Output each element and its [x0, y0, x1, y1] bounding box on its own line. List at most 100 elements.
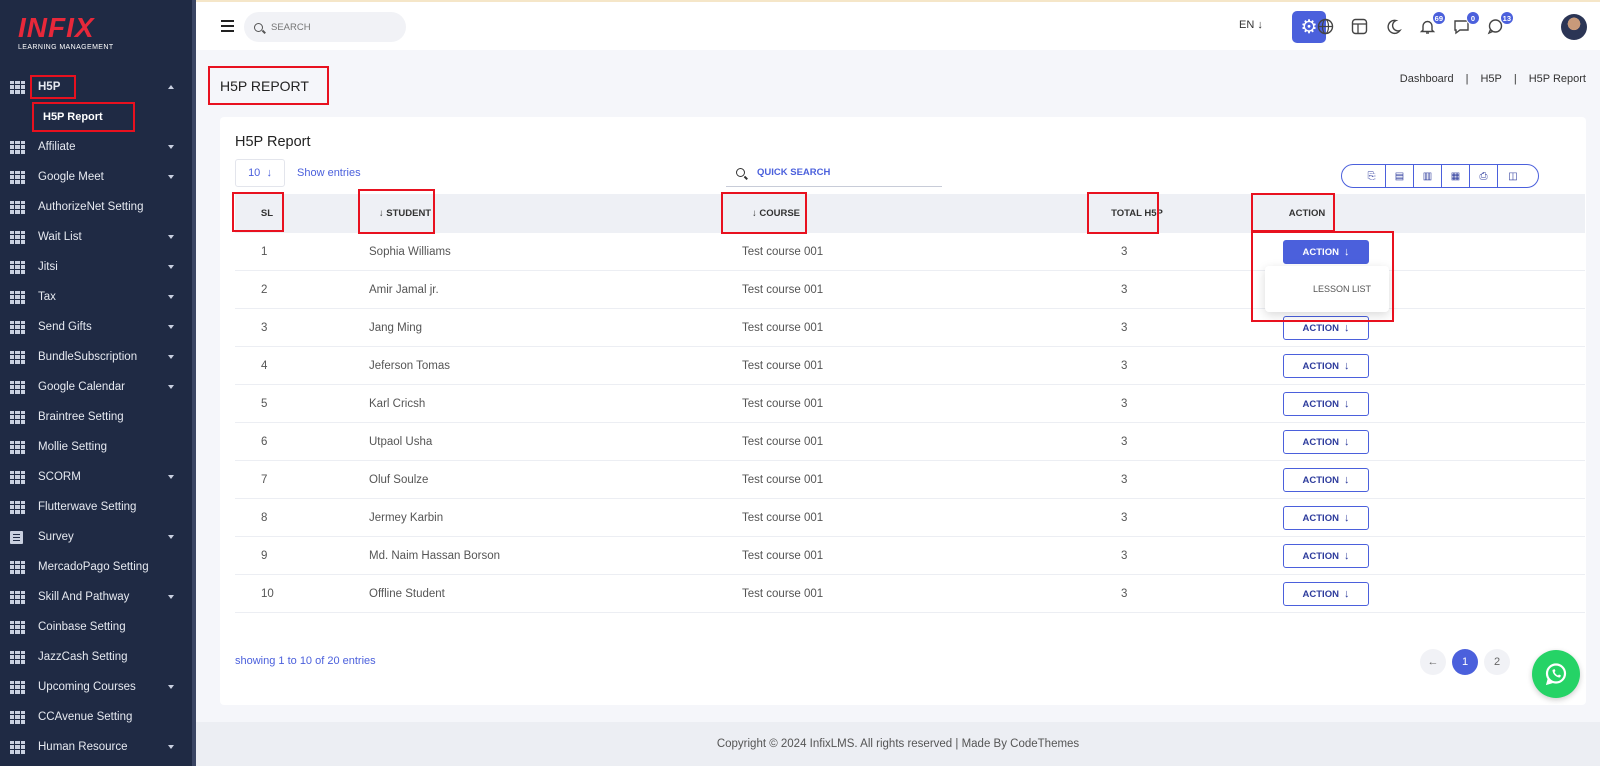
sidebar-item-skill-and-pathway[interactable]: Skill And Pathway	[0, 582, 196, 612]
sidebar-item-scorm[interactable]: SCORM	[0, 462, 196, 492]
chevron-down-icon: ↓	[1343, 512, 1350, 524]
whatsapp-chat-icon[interactable]: 13	[1484, 11, 1514, 37]
copy-icon[interactable]: ⎘	[1342, 165, 1386, 187]
sidebar-item-mercadopago-setting[interactable]: MercadoPago Setting	[0, 552, 196, 582]
sidebar-item-tax[interactable]: Tax	[0, 282, 196, 312]
breadcrumb-h5p[interactable]: H5P	[1480, 73, 1501, 85]
search-input[interactable]	[271, 21, 391, 33]
logo[interactable]: INFIX LEARNING MANAGEMENT	[0, 0, 196, 72]
cell-sl: 3	[261, 322, 268, 334]
grid-icon	[10, 350, 25, 364]
grid-icon	[10, 290, 25, 304]
sidebar-item-google-meet[interactable]: Google Meet	[0, 162, 196, 192]
sidebar-scrollbar[interactable]	[192, 0, 196, 766]
page-1-button[interactable]: 1	[1452, 649, 1478, 675]
sidebar-item-jitsi[interactable]: Jitsi	[0, 252, 196, 282]
sidebar-item-survey[interactable]: Survey	[0, 522, 196, 552]
action-button[interactable]: ACTION ↓	[1283, 468, 1369, 492]
sidebar-subitem-label: H5P Report	[32, 102, 135, 132]
highlight-box	[232, 192, 284, 232]
notification-bell-icon[interactable]: 69	[1416, 11, 1446, 37]
hamburger-menu-icon[interactable]	[221, 20, 234, 32]
grid-icon	[10, 410, 25, 424]
highlight-box	[1251, 231, 1394, 322]
cell-student: Utpaol Usha	[369, 436, 433, 448]
global-search[interactable]	[244, 12, 406, 42]
cell-sl: 6	[261, 436, 268, 448]
sidebar-item-send-gifts[interactable]: Send Gifts	[0, 312, 196, 342]
whatsapp-float-button[interactable]	[1532, 650, 1580, 698]
cell-total-h5p: 3	[1121, 246, 1128, 258]
sidebar-item-affiliate[interactable]: Affiliate	[0, 132, 196, 162]
action-button[interactable]: ACTION ↓	[1283, 506, 1369, 530]
cell-course: Test course 001	[742, 360, 824, 372]
action-button[interactable]: ACTION ↓	[1283, 544, 1369, 568]
sidebar-item-bundlesubscription[interactable]: BundleSubscription	[0, 342, 196, 372]
grid-icon	[10, 380, 25, 394]
cell-course: Test course 001	[742, 550, 824, 562]
sidebar-item-flutterwave-setting[interactable]: Flutterwave Setting	[0, 492, 196, 522]
notification-badge: 69	[1431, 11, 1446, 25]
sidebar-item-braintree-setting[interactable]: Braintree Setting	[0, 402, 196, 432]
grid-icon	[10, 140, 25, 154]
logo-main: INFIX	[18, 12, 95, 43]
layout-icon[interactable]	[1348, 15, 1370, 37]
sidebar-item-wait-list[interactable]: Wait List	[0, 222, 196, 252]
sidebar-item-h5p[interactable]: H5P	[0, 72, 196, 102]
language-selector[interactable]: EN ↓	[1239, 19, 1263, 31]
search-icon	[254, 22, 263, 32]
sidebar-item-mollie-setting[interactable]: Mollie Setting	[0, 432, 196, 462]
chevron-down-icon	[168, 235, 174, 239]
cell-total-h5p: 3	[1121, 360, 1128, 372]
cell-course: Test course 001	[742, 512, 824, 524]
report-card: H5P Report 10 ↓ Show entries QUICK SEARC…	[220, 117, 1586, 705]
action-button[interactable]: ACTION ↓	[1283, 582, 1369, 606]
sidebar-item-google-calendar[interactable]: Google Calendar	[0, 372, 196, 402]
cell-total-h5p: 3	[1121, 284, 1128, 296]
sidebar-subitem-h5p-report[interactable]: H5P Report	[0, 102, 196, 132]
quick-search-input[interactable]: QUICK SEARCH	[726, 159, 942, 187]
grid-icon	[10, 710, 25, 724]
sidebar-item-upcoming-courses[interactable]: Upcoming Courses	[0, 672, 196, 702]
sidebar-item-jazzcash-setting[interactable]: JazzCash Setting	[0, 642, 196, 672]
message-icon[interactable]: 0	[1450, 11, 1480, 37]
breadcrumb-dashboard[interactable]: Dashboard	[1400, 73, 1454, 85]
grid-icon	[10, 500, 25, 514]
sidebar-item-ccavenue-setting[interactable]: CCAvenue Setting	[0, 702, 196, 732]
action-button[interactable]: ACTION ↓	[1283, 430, 1369, 454]
prev-page-button[interactable]: ←	[1420, 649, 1446, 675]
grid-icon	[10, 680, 25, 694]
excel-icon[interactable]: ▤	[1386, 165, 1414, 187]
table-row: 10 Offline Student Test course 001 3 ACTION ↓	[235, 575, 1585, 613]
sidebar-item-label: MercadoPago Setting	[38, 561, 149, 573]
csv-icon[interactable]: ▥	[1414, 165, 1442, 187]
action-button-label: ACTION	[1302, 474, 1339, 486]
column-visibility-icon[interactable]: ◫	[1498, 165, 1538, 187]
action-button[interactable]: ACTION ↓	[1283, 354, 1369, 378]
sidebar-item-coinbase-setting[interactable]: Coinbase Setting	[0, 612, 196, 642]
action-button[interactable]: ACTION ↓	[1283, 392, 1369, 416]
page-2-button[interactable]: 2	[1484, 649, 1510, 675]
moon-icon[interactable]	[1382, 15, 1404, 37]
highlight-box	[358, 189, 435, 234]
sidebar-item-human-resource[interactable]: Human Resource	[0, 732, 196, 762]
sidebar-item-label: H5P	[29, 75, 77, 99]
print-icon[interactable]: ⎙	[1470, 165, 1498, 187]
cell-sl: 9	[261, 550, 268, 562]
globe-icon[interactable]	[1314, 15, 1336, 37]
survey-doc-icon	[10, 530, 23, 544]
pdf-icon[interactable]: ▦	[1442, 165, 1470, 187]
cell-course: Test course 001	[742, 284, 824, 296]
grid-icon	[10, 650, 25, 664]
chevron-down-icon	[168, 685, 174, 689]
sidebar-item-authorizenet-setting[interactable]: AuthorizeNet Setting	[0, 192, 196, 222]
chevron-down-icon	[168, 325, 174, 329]
cell-sl: 1	[261, 246, 268, 258]
sidebar-item-label: Affiliate	[38, 141, 76, 153]
user-avatar[interactable]	[1561, 14, 1587, 40]
grid-icon	[10, 80, 25, 94]
sidebar: INFIX LEARNING MANAGEMENT H5P H5P Report A…	[0, 0, 196, 766]
action-button-label: ACTION	[1302, 550, 1339, 562]
cell-course: Test course 001	[742, 322, 824, 334]
entries-select[interactable]: 10 ↓	[235, 159, 285, 187]
